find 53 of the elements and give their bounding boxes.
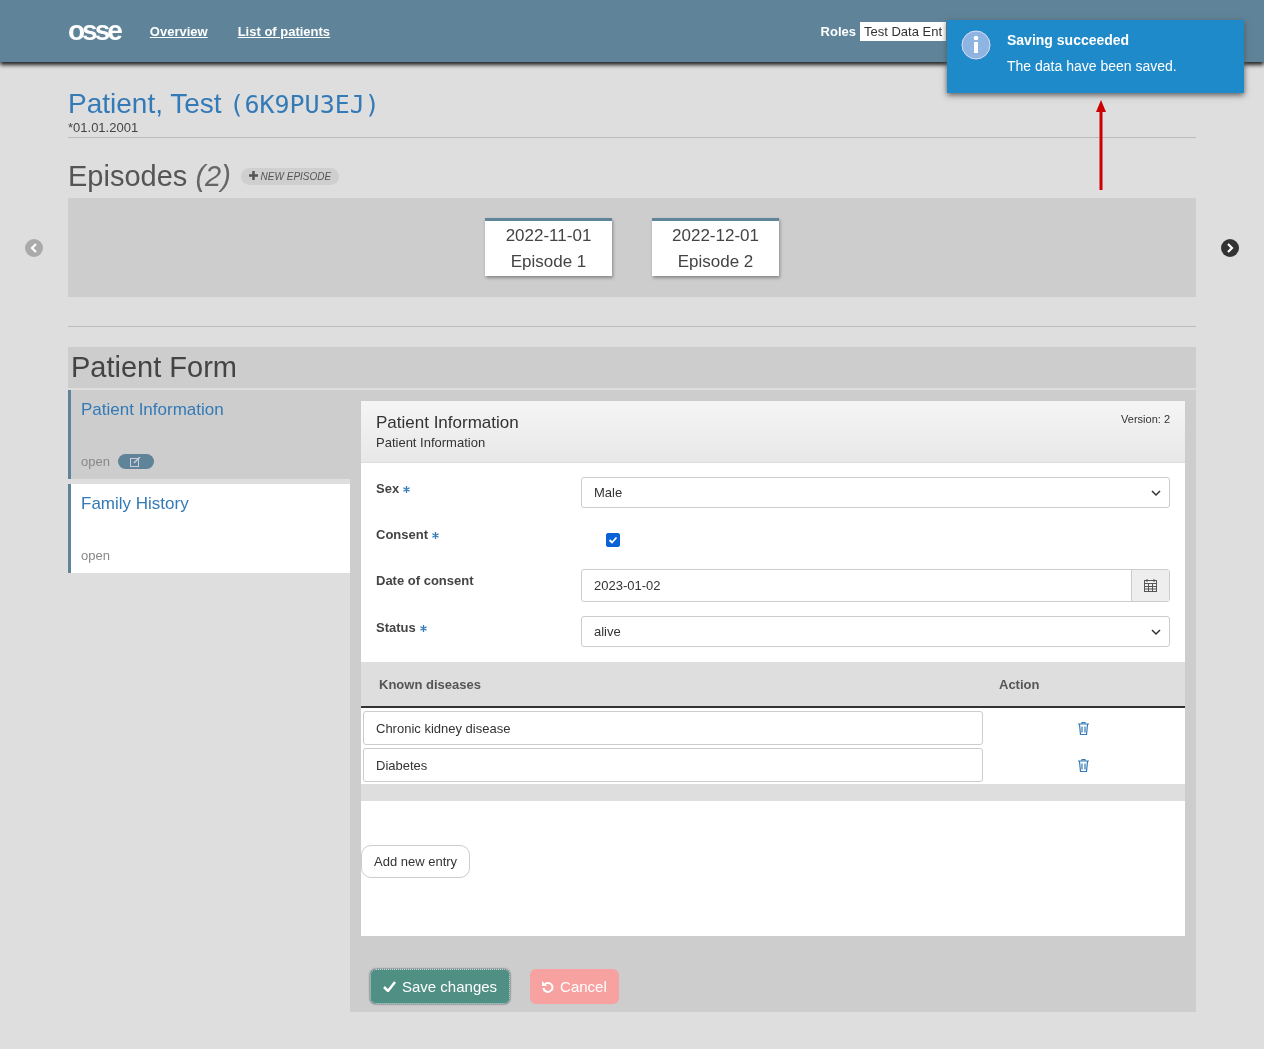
- logo[interactable]: osse: [68, 15, 120, 47]
- delete-button[interactable]: [1077, 721, 1089, 735]
- toast-message: The data have been saved.: [1007, 58, 1177, 74]
- trash-icon: [1077, 721, 1089, 735]
- disease-field[interactable]: Diabetes: [363, 748, 983, 782]
- nav-link[interactable]: Overview: [149, 23, 208, 39]
- toast-title: Saving succeeded: [1007, 32, 1131, 48]
- field-label: Sex: [376, 477, 581, 509]
- trash-icon: [1077, 758, 1089, 772]
- edit-icon[interactable]: [117, 454, 154, 469]
- new-episode-button[interactable]: NEW EPISODE: [240, 168, 340, 185]
- birth-date: *01.01.2001: [68, 120, 1196, 138]
- select-field[interactable]: alive: [581, 616, 1170, 647]
- chevron-down-icon: [1151, 626, 1161, 637]
- roles-label: Roles: [820, 23, 856, 39]
- column-header: Known diseases: [379, 676, 482, 692]
- column-header: Action: [999, 676, 1041, 692]
- version-label: Version: 2: [1121, 413, 1170, 427]
- info-icon: [961, 30, 991, 60]
- nav-link[interactable]: List of patients: [237, 23, 331, 39]
- chevron-left-icon: [30, 242, 38, 253]
- select-field[interactable]: Male: [581, 477, 1170, 508]
- section-title: Family History: [81, 494, 190, 514]
- patient-title: Patient, Test (6K9PU3EJ): [68, 88, 381, 120]
- check-icon: [383, 981, 396, 992]
- section-title: Patient Information: [81, 400, 225, 420]
- chevron-right-icon: [1226, 242, 1234, 253]
- section-item[interactable]: Family History open: [68, 484, 350, 573]
- episodes-title: Episodes (2): [68, 160, 231, 193]
- episode-card[interactable]: 2022-12-01 Episode 2: [652, 218, 779, 276]
- field-label: Status: [376, 616, 581, 648]
- previous-button[interactable]: [25, 238, 43, 257]
- plus-icon: [248, 171, 258, 180]
- add-entry-button[interactable]: Add new entry: [361, 845, 471, 878]
- field-label: Consent: [376, 523, 581, 555]
- episode-card[interactable]: 2022-11-01 Episode 1: [485, 218, 612, 276]
- chevron-down-icon: [1151, 487, 1161, 498]
- section-status: open: [81, 454, 110, 469]
- panel-title: Patient Information: [376, 413, 519, 433]
- date-field[interactable]: 2023-01-02: [581, 569, 1170, 602]
- field-label: Date of consent: [376, 572, 475, 590]
- save-button[interactable]: Save changes: [370, 969, 511, 1004]
- delete-button[interactable]: [1077, 758, 1089, 772]
- disease-field[interactable]: Chronic kidney disease: [363, 711, 983, 745]
- section-status: open: [81, 548, 110, 563]
- consent-checkbox[interactable]: [606, 533, 620, 547]
- check-icon: [608, 535, 618, 545]
- next-button[interactable]: [1221, 238, 1239, 257]
- roles-select[interactable]: Test Data Ent: [859, 21, 946, 41]
- undo-icon: [542, 980, 555, 993]
- panel-subtitle: Patient Information: [376, 435, 487, 450]
- calendar-icon[interactable]: [1131, 570, 1169, 601]
- form-title: Patient Form: [71, 351, 238, 384]
